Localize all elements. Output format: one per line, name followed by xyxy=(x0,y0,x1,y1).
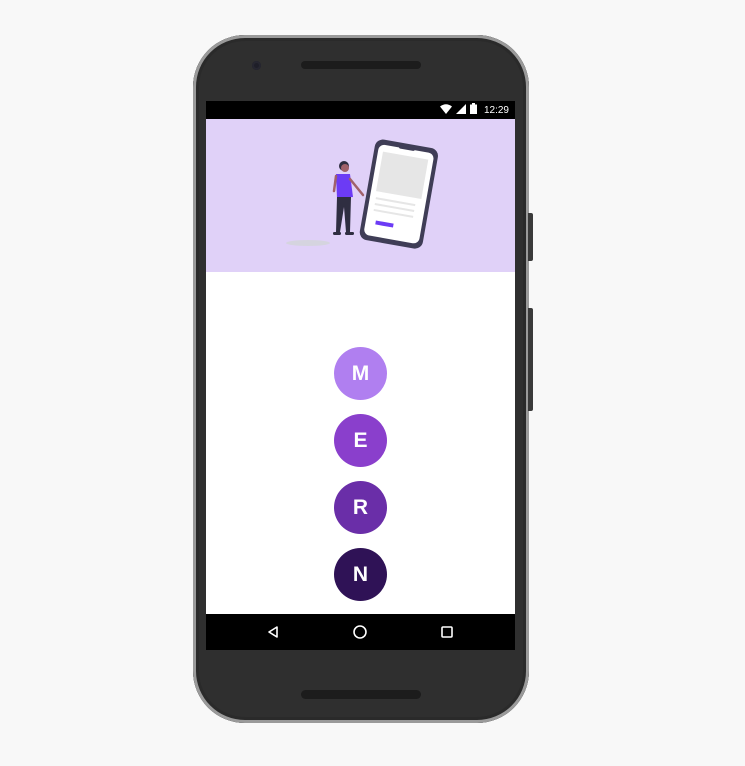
status-time: 12:29 xyxy=(483,104,509,116)
letter-m-label: M xyxy=(351,361,370,385)
letter-e-label: E xyxy=(353,428,368,452)
person-with-phone-illustration xyxy=(286,139,438,249)
back-icon xyxy=(268,626,278,638)
letter-r-label: R xyxy=(352,495,369,519)
letter-e-circle: E xyxy=(334,414,387,467)
letter-r-circle: R xyxy=(334,481,387,534)
hero-banner xyxy=(206,119,515,272)
battery-icon xyxy=(469,103,477,117)
letter-n-label: N xyxy=(352,562,369,586)
screen: 12:29 M E R N xyxy=(206,101,515,650)
home-icon xyxy=(353,625,367,639)
volume-button[interactable] xyxy=(528,308,533,411)
letter-n-circle: N xyxy=(334,548,387,601)
navigation-bar xyxy=(206,614,515,650)
letter-stack: M E R N xyxy=(334,347,387,615)
status-bar: 12:29 xyxy=(206,101,515,119)
letter-m-circle: M xyxy=(334,347,387,400)
front-camera xyxy=(252,61,261,70)
recents-icon xyxy=(441,626,453,638)
power-button[interactable] xyxy=(528,213,533,261)
bottom-speaker xyxy=(301,690,421,699)
earpiece-speaker xyxy=(301,61,421,69)
recents-button[interactable] xyxy=(437,622,457,642)
home-button[interactable] xyxy=(350,622,370,642)
wifi-icon xyxy=(439,103,452,117)
signal-icon xyxy=(455,103,466,117)
back-button[interactable] xyxy=(263,622,283,642)
